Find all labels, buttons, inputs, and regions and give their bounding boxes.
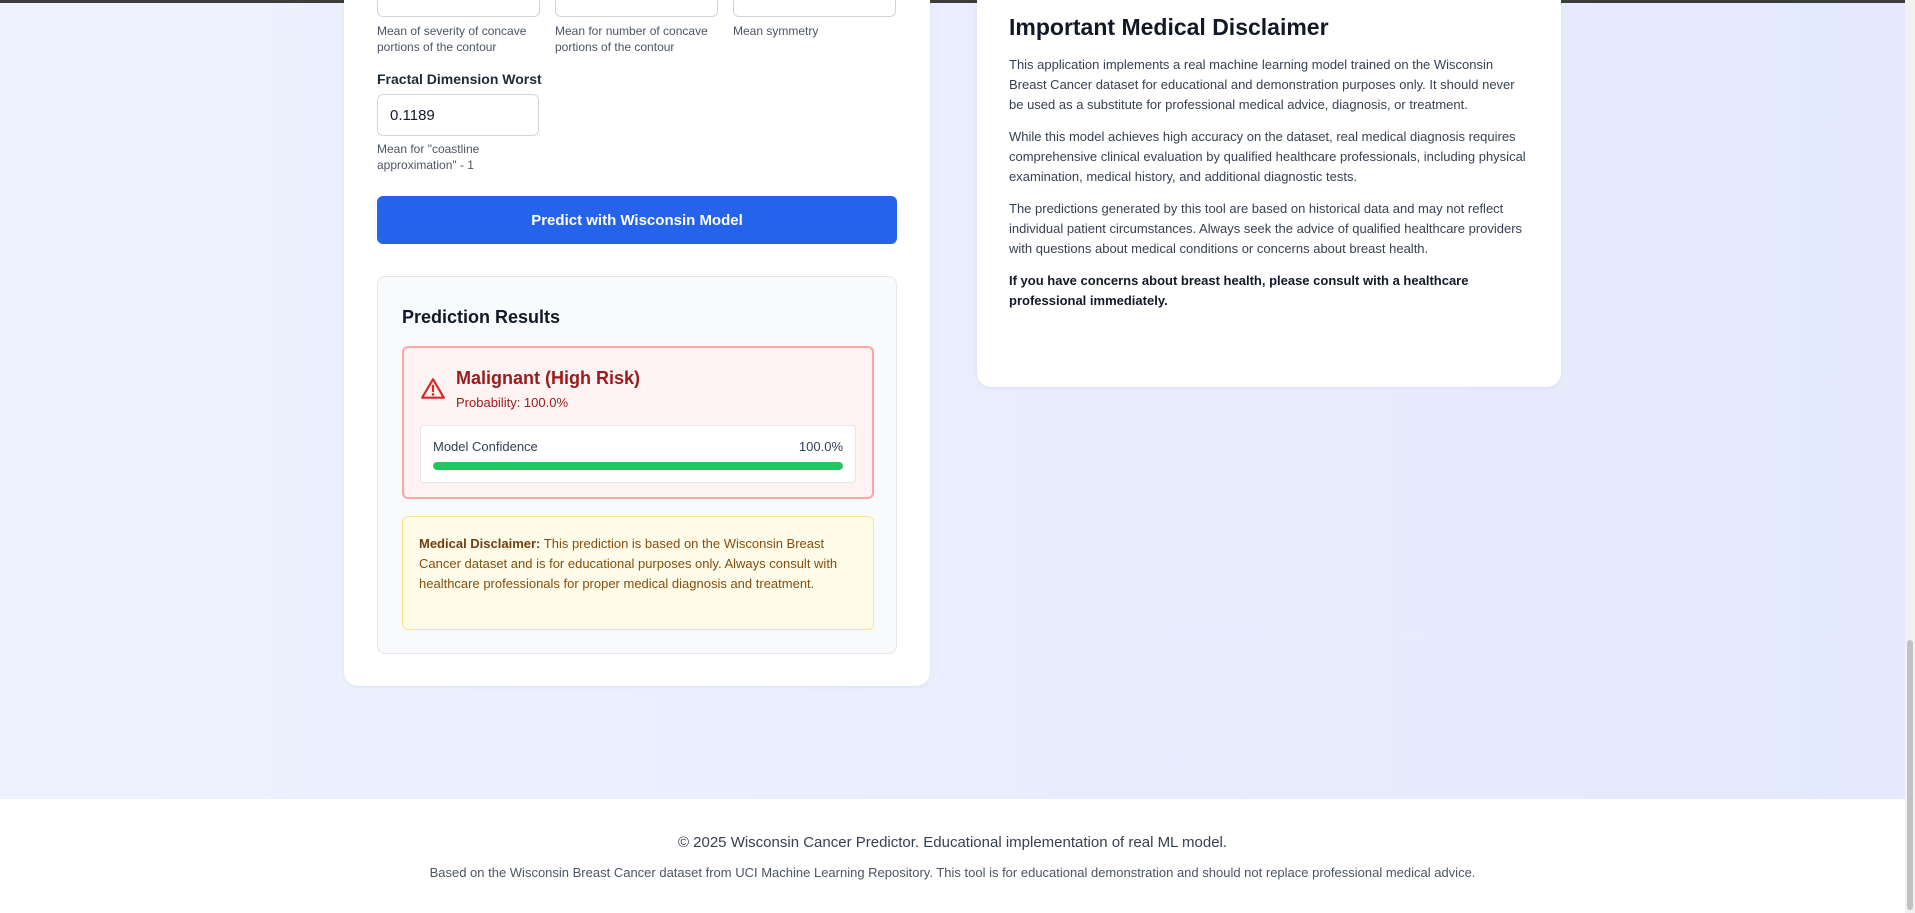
footer-copyright: © 2025 Wisconsin Cancer Predictor. Educa…	[677, 834, 1228, 851]
page-scrollbar[interactable]	[1905, 0, 1915, 913]
concavity-hint: Mean of severity of concave portions of …	[377, 24, 527, 54]
footer-note: Based on the Wisconsin Breast Cancer dat…	[429, 865, 1476, 880]
confidence-value: 100.0%	[798, 439, 843, 454]
results-title: Prediction Results	[402, 307, 561, 327]
risk-result-box: Malignant (High Risk) Probability: 100.0…	[402, 346, 874, 499]
disclaimer-paragraph: While this model achieves high accuracy …	[1009, 129, 1526, 184]
confidence-bar-fill	[433, 462, 843, 470]
prediction-form-card: Mean of severity of concave portions of …	[344, 0, 930, 686]
prediction-results-panel: Prediction Results Malignant (High Risk)…	[377, 276, 897, 654]
predict-button[interactable]: Predict with Wisconsin Model	[377, 196, 897, 244]
warning-triangle-icon	[421, 378, 445, 399]
result-disclaimer-label: Medical Disclaimer:	[419, 536, 541, 551]
fractal-dimension-input[interactable]	[377, 94, 539, 136]
symmetry-hint: Mean symmetry	[733, 24, 819, 38]
probability-text: Probability: 100.0%	[456, 395, 569, 410]
symmetry-input[interactable]	[733, 0, 896, 17]
risk-title: Malignant (High Risk)	[456, 368, 640, 388]
disclaimer-paragraph: The predictions generated by this tool a…	[1009, 201, 1523, 256]
disclaimer-paragraph: This application implements a real machi…	[1009, 57, 1515, 112]
window-top-border	[0, 0, 1915, 3]
scrollbar-thumb[interactable]	[1907, 640, 1913, 910]
disclaimer-emphasis: If you have concerns about breast health…	[1009, 273, 1469, 308]
page-footer: © 2025 Wisconsin Cancer Predictor. Educa…	[0, 799, 1905, 913]
confidence-label: Model Confidence	[433, 439, 538, 454]
result-disclaimer: Medical Disclaimer: This prediction is b…	[402, 516, 874, 630]
confidence-panel: Model Confidence 100.0%	[420, 425, 856, 483]
fractal-dimension-hint: Mean for "coastline approximation" - 1	[377, 142, 480, 172]
concave-points-hint: Mean for number of concave portions of t…	[555, 24, 708, 54]
fractal-dimension-label: Fractal Dimension Worst	[377, 71, 542, 87]
medical-disclaimer-card: Important Medical Disclaimer This applic…	[977, 0, 1561, 387]
concave-points-input[interactable]	[555, 0, 718, 17]
disclaimer-title: Important Medical Disclaimer	[1009, 14, 1329, 40]
confidence-bar-track	[433, 462, 843, 470]
concavity-input[interactable]	[377, 0, 540, 17]
